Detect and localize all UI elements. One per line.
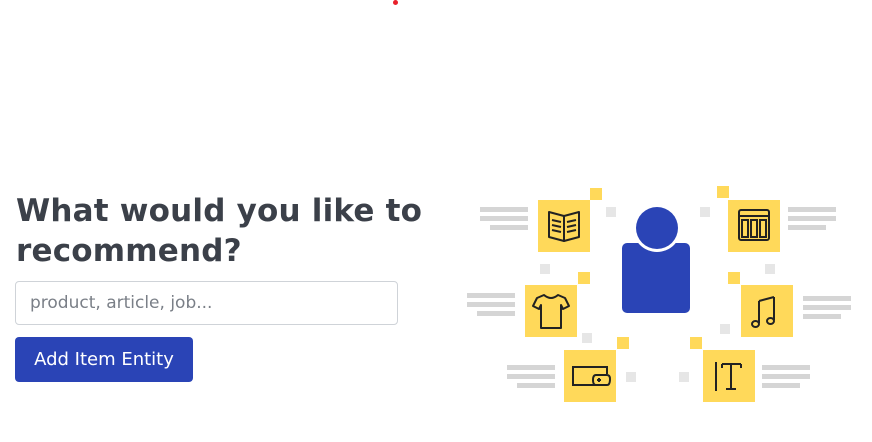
- music-note-icon: [741, 285, 793, 337]
- add-item-entity-button[interactable]: Add Item Entity: [15, 337, 193, 382]
- indicator-dot: [393, 0, 398, 5]
- book-icon: [538, 200, 590, 252]
- text-icon: [703, 350, 755, 402]
- user-icon: [622, 204, 690, 313]
- gaming-monitor-icon: [564, 350, 616, 402]
- recommendation-illustration: [467, 186, 851, 402]
- entity-input[interactable]: [15, 281, 398, 325]
- tshirt-icon: [525, 285, 577, 337]
- page-title: What would you like to recommend?: [16, 193, 423, 269]
- web-layout-icon: [728, 200, 780, 252]
